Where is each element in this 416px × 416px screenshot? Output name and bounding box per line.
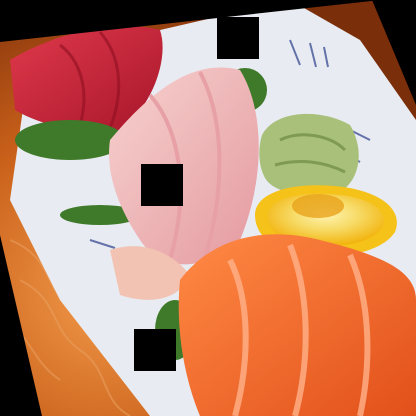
wasabi (259, 113, 359, 195)
salmon-sashimi (178, 234, 416, 416)
rotated-photo-area (0, 0, 416, 416)
occlusion-mask (134, 329, 176, 371)
occlusion-mask (141, 164, 183, 206)
occlusion-mask (217, 17, 259, 59)
sashimi-photo (0, 0, 416, 416)
sashimi-illustration (0, 0, 416, 416)
